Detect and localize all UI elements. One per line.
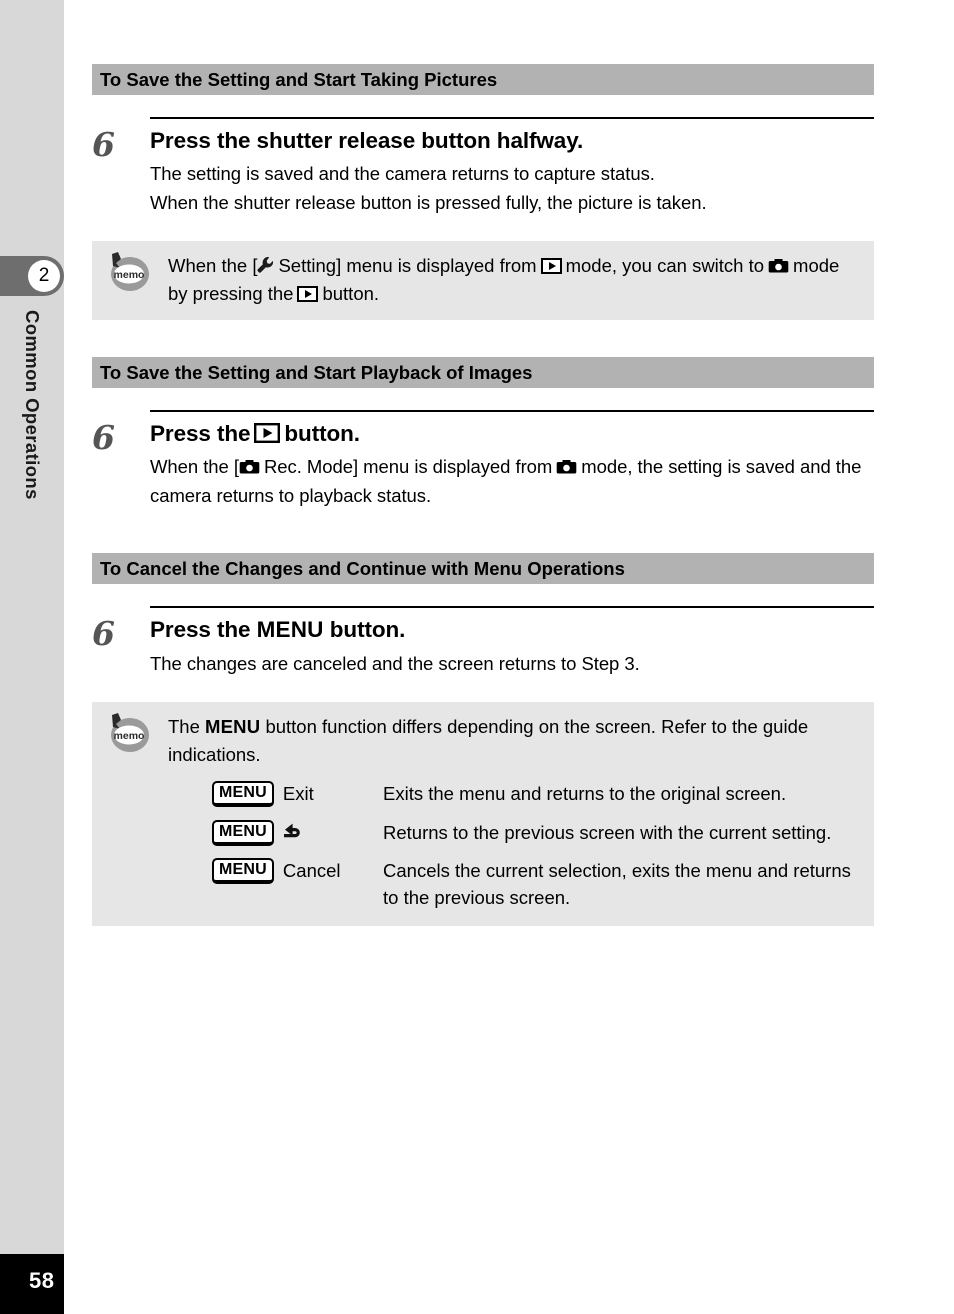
step-body-part-2: Rec. Mode] menu is displayed from [263,456,553,478]
memo-intro-part-1: The [168,716,200,738]
content-column: To Save the Setting and Start Taking Pic… [92,0,874,926]
section-heading-playback-of-images: To Save the Setting and Start Playback o… [92,356,874,388]
wrench-icon [257,256,274,274]
step-title: Press the MENU button. [150,616,874,644]
table-cell-description: Cancels the current selection, exits the… [383,860,851,909]
step-title: Press the button. [150,420,874,448]
camera-icon [768,258,789,274]
page-number: 58 [29,1268,55,1293]
step-body-part-1: When the [ [150,456,239,478]
step-title-before: Press the [150,420,251,446]
step-divider [150,409,874,412]
sidebar: 2 Common Operations [0,0,64,1254]
camera-icon [239,459,260,475]
playback-icon [297,286,319,303]
step-body-line-1: The setting is saved and the camera retu… [150,163,655,185]
table-row: MENU Cancel Cancels the current selectio… [168,858,860,912]
step-block-playback: 6 Press the button. When the [ Rec. Mode] … [92,409,874,510]
memo-box-top: memo When the [ Setting] menu is displaye… [92,241,874,320]
menu-keyword: MENU [205,716,261,738]
step-title-after: button. [284,420,360,446]
table-row: MENU Returns to the previous screen with… [168,819,860,847]
step-title-after: button. [329,617,406,643]
table-cell-key: MENU [168,819,383,846]
step-number: 6 [92,125,115,164]
memo-intro-part-2: button function differs depending on the… [168,716,809,765]
step-number: 6 [92,614,115,654]
svg-text:memo: memo [114,730,145,742]
section-heading-taking-pictures: To Save the Setting and Start Taking Pic… [92,64,874,95]
step-block-cancel: 6 Press the MENU button. The changes are… [92,606,874,678]
section-heading-cancel-changes: To Cancel the Changes and Continue with … [92,553,874,585]
menu-button-glyph: MENU [212,858,274,885]
step-number: 6 [92,417,115,457]
camera-icon [556,459,577,475]
step-title: Press the shutter release button halfway… [150,128,584,153]
svg-text:memo: memo [114,269,145,281]
table-cell-description: Exits the menu and returns to the origin… [383,782,787,804]
menu-guide-label: Exit [282,782,314,804]
menu-button-glyph: MENU [212,819,274,846]
chapter-tab: 2 [0,256,64,296]
step-body-line-2: When the shutter release button is press… [150,191,707,213]
memo-icon: memo [104,712,152,756]
step-divider [150,117,874,119]
menu-guide-label: Cancel [282,860,341,882]
memo-text-part-3: mode, you can switch to [565,255,765,277]
table-cell-key: MENU Exit [168,780,383,807]
chapter-title-text: Common Operations [22,310,43,500]
menu-button-glyph: MENU [212,780,274,807]
memo-text-part-2: Setting] menu is displayed from [278,255,537,277]
table-cell-key: MENU Cancel [168,858,383,885]
step-block-taking-pictures: 6 Press the shutter release button halfw… [92,117,874,217]
step-body: When the [ Rec. Mode] menu is displayed f… [150,453,874,510]
playback-icon [254,422,281,443]
page-number-block: 58 [0,1254,64,1314]
step-title-before: Press the [150,617,251,643]
table-cell-description: Returns to the previous screen with the … [383,821,832,843]
menu-function-table: MENU Exit Exits the menu and returns to … [168,780,860,912]
menu-keyword: MENU [256,617,324,643]
step-body-line-1: The changes are canceled and the screen … [150,652,640,674]
memo-text-part-1: When the [ [168,255,258,277]
memo-intro-text: The MENU button function differs dependi… [168,713,860,769]
table-row: MENU Exit Exits the menu and returns to … [168,780,860,808]
memo-text-part-5: button. [322,283,380,305]
playback-icon [540,258,562,275]
step-divider [150,606,874,609]
return-arrow-icon [283,822,310,844]
chapter-number-badge: 2 [28,260,60,292]
memo-box-bottom: memo The MENU button function differs de… [92,702,874,926]
chapter-title: Common Operations [0,310,64,640]
memo-icon: memo [104,251,152,295]
